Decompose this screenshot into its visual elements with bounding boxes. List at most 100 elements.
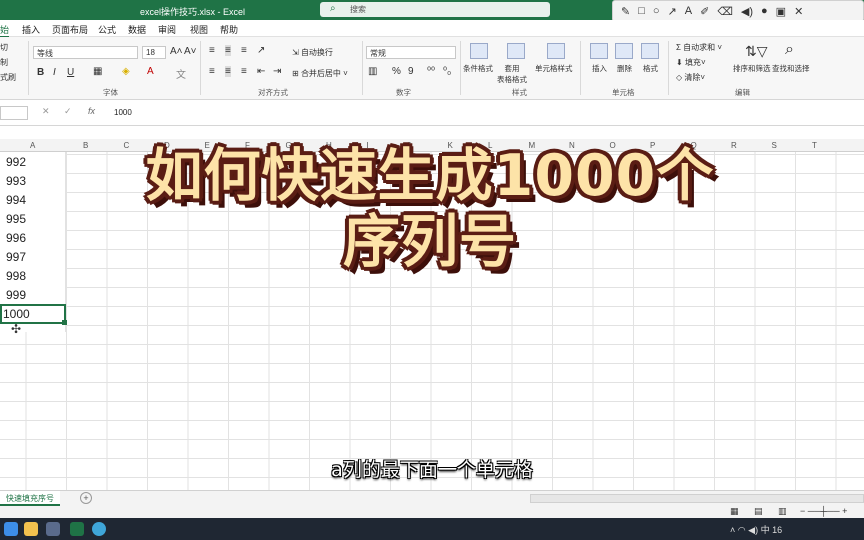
circle-icon[interactable]: ○ (653, 5, 660, 17)
sheet-tab-active[interactable]: 快速填充序号 (0, 491, 60, 506)
bold-button[interactable]: B (37, 67, 44, 78)
decrease-decimal-icon[interactable]: ⁰₀ (443, 66, 451, 77)
cancel-button[interactable]: ✕ (42, 106, 50, 117)
tab-insert[interactable]: 插入 (22, 23, 40, 36)
format-painter-button[interactable]: 式刷 (0, 72, 16, 83)
active-cell[interactable] (0, 304, 67, 325)
find-icon[interactable]: ⌕ (785, 41, 794, 59)
align-center-icon[interactable]: ≡ (225, 66, 231, 77)
format-cells-icon[interactable] (641, 43, 659, 59)
font-size-select[interactable]: 18 (142, 46, 166, 59)
outdent-icon[interactable]: ⇥ (273, 66, 281, 77)
shrink-font-icon[interactable]: A˅ (184, 46, 197, 57)
sort-filter-icon[interactable]: ⇅▽ (745, 43, 768, 60)
indent-icon[interactable]: ⇤ (257, 66, 265, 77)
tab-home[interactable]: 始 (0, 23, 10, 38)
underline-button[interactable]: U (67, 67, 74, 78)
tab-page-layout[interactable]: 页面布局 (52, 23, 88, 36)
cell-a[interactable]: 998 (6, 269, 26, 283)
name-box[interactable] (0, 106, 28, 120)
cell-a[interactable]: 993 (6, 174, 26, 188)
ime-indicator[interactable]: 中 (761, 525, 770, 535)
number-format-select[interactable]: 常规 (366, 46, 456, 59)
align-bottom-icon[interactable]: ≡ (241, 45, 247, 56)
confirm-button[interactable]: ✓ (64, 106, 72, 117)
copy-button[interactable]: 制 (0, 57, 8, 68)
cell-a[interactable]: 999 (6, 288, 26, 302)
format-as-table-icon[interactable] (507, 43, 525, 59)
formula-input[interactable]: 1000 (114, 108, 132, 117)
rectangle-icon[interactable]: □ (638, 5, 645, 17)
cell-a[interactable]: 995 (6, 212, 26, 226)
align-middle-icon[interactable]: ≡ (225, 45, 231, 56)
camera-icon[interactable]: ▣ (776, 5, 786, 18)
insert-cells-icon[interactable] (590, 43, 608, 59)
cell-a[interactable]: 996 (6, 231, 26, 245)
start-icon[interactable] (4, 522, 18, 536)
wifi-icon[interactable]: ◠ (738, 525, 746, 535)
wrap-text-button[interactable]: ⇲ 自动换行 (292, 47, 333, 58)
close-icon[interactable]: ✕ (794, 5, 803, 18)
eraser-icon[interactable]: ⌫ (717, 5, 733, 18)
percent-button[interactable]: % (392, 66, 401, 77)
column-header-s[interactable]: S (772, 141, 777, 150)
comma-button[interactable]: 9 (408, 66, 414, 77)
sort-filter-label[interactable]: 排序和筛选 (733, 63, 771, 74)
highlighter-icon[interactable]: ✐ (700, 5, 709, 18)
grow-font-icon[interactable]: A˄ (170, 46, 183, 57)
increase-decimal-icon[interactable]: ⁰⁰ (427, 66, 435, 77)
cell-styles-icon[interactable] (547, 43, 565, 59)
tab-data[interactable]: 数据 (128, 23, 146, 36)
fill-button[interactable]: ⬇ 填充˅ (676, 57, 706, 68)
search-box[interactable]: ⌕ 搜索 (320, 2, 550, 17)
tab-help[interactable]: 帮助 (220, 23, 238, 36)
speaker-icon[interactable]: ◀) (741, 5, 753, 18)
insert-function-button[interactable]: fx (88, 106, 95, 116)
merge-center-button[interactable]: ⊞ 合并后居中 ˅ (292, 68, 348, 79)
border-icon[interactable]: ▦ (93, 66, 102, 77)
chevron-up-icon[interactable]: ˄ (730, 525, 735, 535)
italic-button[interactable]: I (53, 67, 56, 78)
currency-icon[interactable]: ▥ (368, 66, 377, 77)
volume-icon[interactable]: ◀) (748, 525, 758, 535)
excel-icon[interactable] (70, 522, 84, 536)
file-explorer-icon[interactable] (24, 522, 38, 536)
clear-button[interactable]: ◇ 清除˅ (676, 72, 705, 83)
font-color-button[interactable]: A (147, 66, 154, 77)
cell-a[interactable]: 997 (6, 250, 26, 264)
tab-view[interactable]: 视图 (190, 23, 208, 36)
edge-icon[interactable] (92, 522, 106, 536)
column-header-a[interactable]: A (30, 141, 35, 150)
app-icon[interactable] (46, 522, 60, 536)
find-select-label[interactable]: 查找和选择 (772, 63, 810, 74)
page-layout-view-icon[interactable]: ▤ (754, 506, 763, 517)
align-left-icon[interactable]: ≡ (209, 66, 215, 77)
font-name-select[interactable]: 等线 (33, 46, 138, 59)
phonetic-icon[interactable]: 文 (176, 66, 186, 81)
orientation-icon[interactable]: ↗ (257, 45, 265, 56)
pen-icon[interactable]: ✎ (621, 5, 630, 18)
window-title: excel操作技巧.xlsx - Excel (140, 7, 246, 17)
autosum-button[interactable]: Σ 自动求和 ˅ (676, 42, 722, 53)
delete-cells-icon[interactable] (615, 43, 633, 59)
conditional-format-icon[interactable] (470, 43, 488, 59)
tab-formulas[interactable]: 公式 (98, 23, 116, 36)
alignment-group-label: 对齐方式 (258, 88, 288, 97)
tab-review[interactable]: 审阅 (158, 23, 176, 36)
page-break-view-icon[interactable]: ▥ (778, 506, 787, 517)
cell-a[interactable]: 994 (6, 193, 26, 207)
column-header-b[interactable]: B (83, 141, 88, 150)
horizontal-scrollbar[interactable] (530, 494, 864, 503)
arrow-icon[interactable]: ↗ (668, 5, 677, 18)
cell-a[interactable]: 992 (6, 155, 26, 169)
zoom-slider[interactable]: − ──┼── + (800, 506, 847, 516)
align-right-icon[interactable]: ≡ (241, 66, 247, 77)
microphone-icon[interactable]: ● (761, 5, 768, 17)
cut-button[interactable]: 切 (0, 42, 8, 53)
align-top-icon[interactable]: ≡ (209, 45, 215, 56)
column-header-t[interactable]: T (812, 141, 817, 150)
add-sheet-button[interactable]: + (80, 492, 92, 504)
normal-view-icon[interactable]: ▦ (730, 506, 739, 517)
text-icon[interactable]: A (685, 5, 692, 17)
fill-color-icon[interactable]: ◈ (122, 66, 130, 77)
